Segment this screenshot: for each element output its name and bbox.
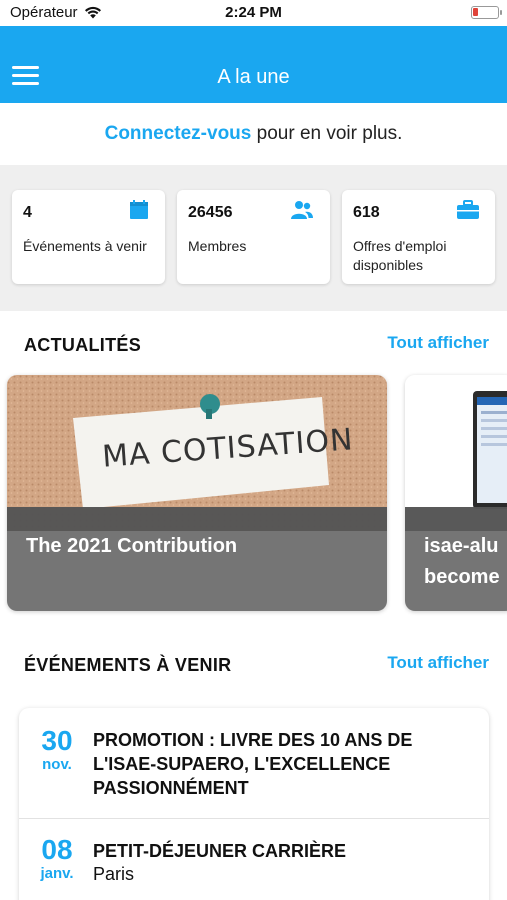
news-card[interactable]: isae-alu become bbox=[405, 375, 507, 611]
stat-label: Offres d'emploi disponibles bbox=[353, 238, 447, 273]
news-card[interactable]: MA COTISATION The 2021 Contribution bbox=[7, 375, 387, 611]
events-list: 30 nov. PROMOTION : LIVRE DES 10 ANS DE … bbox=[19, 708, 489, 900]
stat-card-members[interactable]: 26456 Membres bbox=[177, 190, 330, 284]
connect-link[interactable]: Connectez-vous bbox=[105, 123, 252, 144]
briefcase-icon bbox=[457, 200, 479, 219]
status-bar: Opérateur 2:24 PM bbox=[0, 0, 507, 26]
news-title: The 2021 Contribution bbox=[26, 535, 238, 557]
news-section-header: ACTUALITÉS Tout afficher bbox=[24, 333, 489, 365]
event-month: nov. bbox=[42, 756, 72, 773]
event-date: 30 nov. bbox=[37, 726, 77, 774]
stat-value: 618 bbox=[353, 204, 380, 221]
battery-icon bbox=[471, 6, 502, 19]
news-caption: The 2021 Contribution bbox=[7, 507, 387, 611]
news-see-all-link[interactable]: Tout afficher bbox=[387, 333, 489, 353]
calendar-icon bbox=[130, 200, 148, 219]
stat-card-events[interactable]: 4 Événements à venir bbox=[12, 190, 165, 284]
event-location: Paris bbox=[93, 864, 135, 884]
connect-banner: Connectez-vous pour en voir plus. bbox=[0, 103, 507, 165]
event-month: janv. bbox=[40, 865, 74, 882]
news-caption: isae-alu become bbox=[405, 507, 507, 611]
event-day: 30 bbox=[41, 725, 73, 756]
event-title: PROMOTION : LIVRE DES 10 ANS DE L'ISAE-S… bbox=[93, 730, 413, 798]
stat-label: Membres bbox=[188, 238, 247, 254]
event-title: PETIT-DÉJEUNER CARRIÈRE bbox=[93, 841, 347, 861]
stat-card-jobs[interactable]: 618 Offres d'emploi disponibles bbox=[342, 190, 495, 284]
users-icon bbox=[291, 201, 313, 219]
status-time: 2:24 PM bbox=[225, 4, 282, 21]
stat-value: 26456 bbox=[188, 204, 233, 221]
event-date: 08 janv. bbox=[37, 835, 77, 883]
stats-section: 4 Événements à venir 26456 Membres 618 O… bbox=[0, 165, 507, 311]
news-title: isae-alu become bbox=[424, 535, 500, 588]
nav-header: A la une bbox=[0, 26, 507, 103]
event-day: 08 bbox=[41, 834, 73, 865]
page-title: A la une bbox=[217, 66, 290, 88]
events-see-all-link[interactable]: Tout afficher bbox=[387, 653, 489, 673]
list-item[interactable]: 30 nov. PROMOTION : LIVRE DES 10 ANS DE … bbox=[19, 708, 489, 818]
events-section-title: ÉVÉNEMENTS À VENIR bbox=[24, 655, 232, 675]
connect-banner-text: pour en voir plus. bbox=[251, 123, 403, 144]
stat-value: 4 bbox=[23, 204, 32, 221]
stat-label: Événements à venir bbox=[23, 238, 147, 254]
list-item[interactable]: 08 janv. PETIT-DÉJEUNER CARRIÈRE Paris bbox=[19, 819, 489, 900]
events-section-header: ÉVÉNEMENTS À VENIR Tout afficher bbox=[24, 653, 489, 685]
news-section-title: ACTUALITÉS bbox=[24, 335, 141, 355]
